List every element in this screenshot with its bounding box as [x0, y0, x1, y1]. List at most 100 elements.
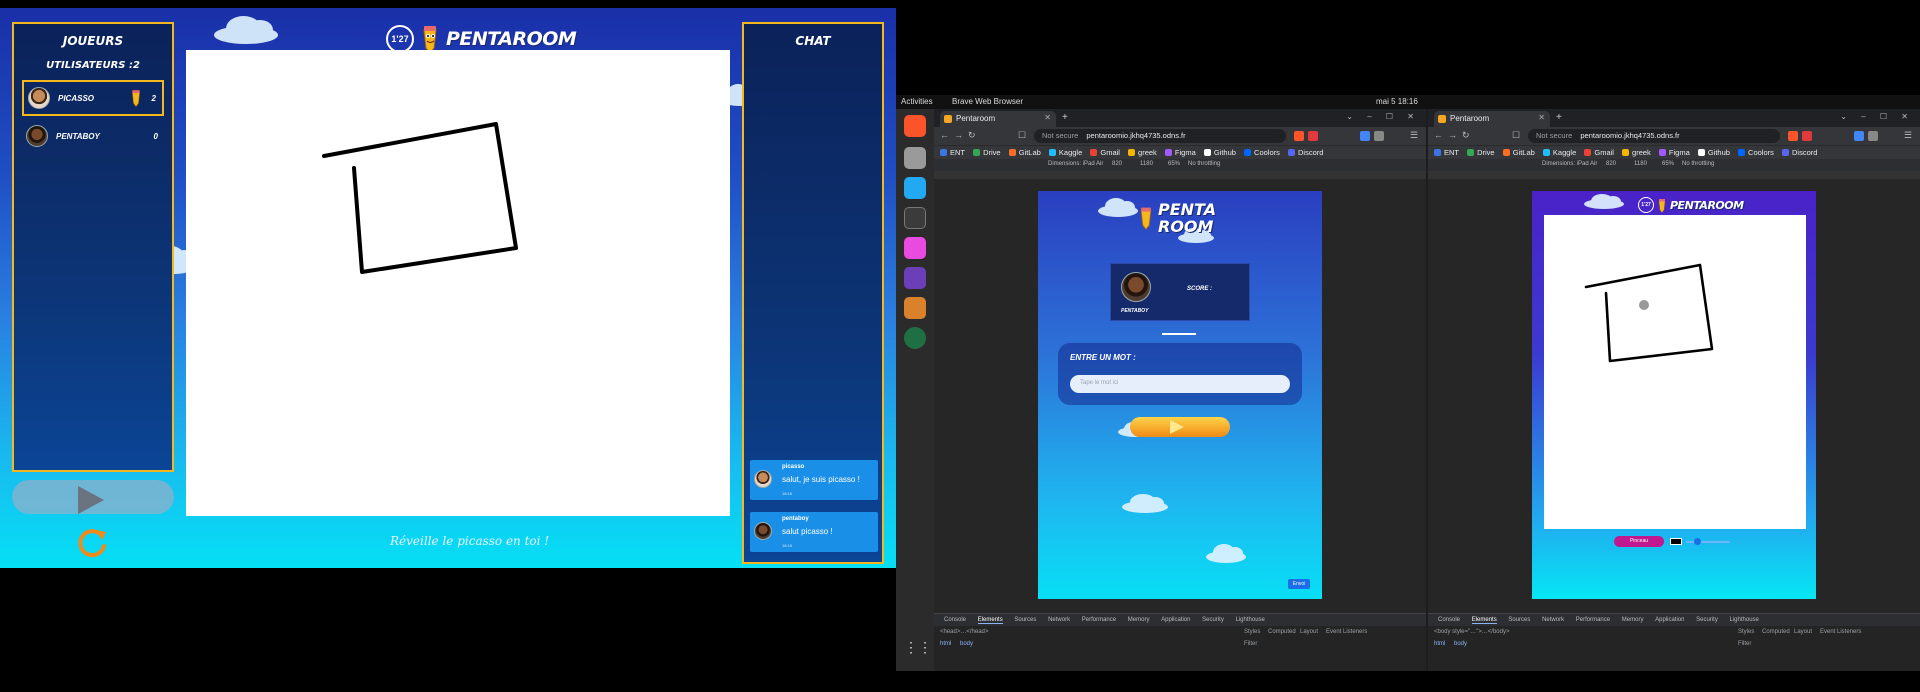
- rewards-icon[interactable]: [1802, 131, 1812, 141]
- send-button[interactable]: Envoi: [1288, 579, 1310, 589]
- devtools-tab[interactable]: Console: [944, 617, 966, 623]
- bookmark-icon[interactable]: ☐: [1018, 130, 1026, 141]
- reload-icon[interactable]: ↻: [1462, 130, 1470, 141]
- device-select[interactable]: Dimensions: iPad Air: [1542, 161, 1597, 167]
- event-listeners-tab[interactable]: Event Listeners: [1820, 629, 1861, 635]
- chrome-icon[interactable]: [904, 327, 926, 349]
- new-tab-button[interactable]: +: [1556, 112, 1562, 123]
- extension-icon[interactable]: [1854, 131, 1864, 141]
- puzzle-icon[interactable]: [1868, 131, 1878, 141]
- close-tab-icon[interactable]: ✕: [1538, 113, 1545, 122]
- brave-shield-icon[interactable]: [1294, 131, 1304, 141]
- devtools-tab[interactable]: Elements: [1471, 617, 1497, 624]
- bookmark-item[interactable]: Discord: [1781, 148, 1817, 157]
- throttle-select[interactable]: No throttling: [1682, 161, 1714, 167]
- bookmark-item[interactable]: greek: [1622, 148, 1651, 157]
- play-icon[interactable]: [78, 486, 104, 514]
- clock[interactable]: mai 5 18:16: [1376, 97, 1418, 106]
- forward-icon[interactable]: →: [1448, 130, 1457, 140]
- eclipse-icon[interactable]: [904, 297, 926, 319]
- filter-input[interactable]: Filter: [1738, 641, 1751, 647]
- bookmark-item[interactable]: Github: [1203, 148, 1236, 157]
- layout-tab[interactable]: Layout: [1794, 629, 1812, 635]
- bookmark-item[interactable]: Figma: [1164, 148, 1196, 157]
- brave-icon[interactable]: [904, 115, 926, 137]
- bookmark-item[interactable]: GitLab: [1008, 148, 1041, 157]
- bookmark-item[interactable]: Drive: [1467, 148, 1495, 157]
- devtools-tab[interactable]: Sources: [1508, 617, 1530, 623]
- bookmark-item[interactable]: Kaggle: [1048, 148, 1082, 157]
- bookmark-item[interactable]: ENT: [940, 148, 965, 157]
- clickup-icon[interactable]: [904, 237, 926, 259]
- zoom-select[interactable]: 65%: [1662, 161, 1674, 167]
- color-swatch[interactable]: [1670, 538, 1682, 545]
- width-input[interactable]: 820: [1606, 161, 1616, 167]
- bookmark-item[interactable]: Gmail: [1090, 148, 1120, 157]
- address-bar[interactable]: Not secure pentaroomio.jkhq4735.odns.fr: [1528, 129, 1780, 143]
- bookmark-item[interactable]: Gmail: [1584, 148, 1614, 157]
- player-row-picasso[interactable]: PICASSO 2: [22, 80, 164, 116]
- computed-tab[interactable]: Computed: [1268, 629, 1296, 635]
- devtools-tab[interactable]: Lighthouse: [1730, 617, 1759, 623]
- files-icon[interactable]: [904, 147, 926, 169]
- close-tab-icon[interactable]: ✕: [1044, 113, 1051, 122]
- brush-size-slider[interactable]: [1686, 538, 1730, 545]
- zoom-select[interactable]: 65%: [1168, 161, 1180, 167]
- styles-tab[interactable]: Styles: [1244, 629, 1260, 635]
- node-html[interactable]: html: [1434, 641, 1445, 647]
- devtools-tab[interactable]: Sources: [1014, 617, 1036, 623]
- devtools-tab[interactable]: Lighthouse: [1236, 617, 1265, 623]
- back-icon[interactable]: ←: [940, 130, 949, 140]
- bookmark-item[interactable]: Discord: [1287, 148, 1323, 157]
- vscode-icon[interactable]: [904, 177, 926, 199]
- event-listeners-tab[interactable]: Event Listeners: [1326, 629, 1367, 635]
- drawing-canvas[interactable]: [186, 50, 730, 516]
- forward-icon[interactable]: →: [954, 130, 963, 140]
- tab-pentaroom[interactable]: Pentaroom ✕: [1434, 111, 1550, 127]
- terminal-icon[interactable]: [904, 207, 926, 229]
- word-input[interactable]: Tape le mot ici: [1070, 375, 1290, 393]
- device-select[interactable]: Dimensions: iPad Air: [1048, 161, 1103, 167]
- player-row-pentaboy[interactable]: PENTABOY 0: [22, 118, 164, 154]
- bookmark-item[interactable]: Drive: [973, 148, 1001, 157]
- devtools-tab[interactable]: Memory: [1128, 617, 1150, 623]
- back-icon[interactable]: ←: [1434, 130, 1443, 140]
- node-body[interactable]: body: [960, 641, 973, 647]
- active-app[interactable]: Brave Web Browser: [952, 97, 1023, 106]
- computed-tab[interactable]: Computed: [1762, 629, 1790, 635]
- bookmark-item[interactable]: Figma: [1658, 148, 1690, 157]
- devtools-tab[interactable]: Performance: [1576, 617, 1610, 623]
- devtools-tab[interactable]: Application: [1655, 617, 1684, 623]
- drawing-canvas[interactable]: [1544, 215, 1806, 529]
- menu-icon[interactable]: ☰: [1904, 130, 1912, 141]
- puzzle-icon[interactable]: [1374, 131, 1384, 141]
- height-input[interactable]: 1180: [1140, 161, 1153, 167]
- node-body[interactable]: body: [1454, 641, 1467, 647]
- devtools-tab[interactable]: Network: [1048, 617, 1070, 623]
- bookmark-item[interactable]: Github: [1697, 148, 1730, 157]
- window-controls[interactable]: ⌄ – ☐ ✕: [1840, 112, 1914, 121]
- bookmark-item[interactable]: Kaggle: [1542, 148, 1576, 157]
- bookmark-icon[interactable]: ☐: [1512, 130, 1520, 141]
- devtools-tab[interactable]: Elements: [977, 617, 1003, 624]
- devtools-tab[interactable]: Application: [1161, 617, 1190, 623]
- devtools-tab[interactable]: Security: [1696, 617, 1718, 623]
- refresh-icon[interactable]: [74, 524, 110, 560]
- pen-tool-button[interactable]: Pinceau: [1614, 536, 1664, 547]
- devtools-tab[interactable]: Memory: [1622, 617, 1644, 623]
- styles-tab[interactable]: Styles: [1738, 629, 1754, 635]
- bookmark-item[interactable]: greek: [1128, 148, 1157, 157]
- new-tab-button[interactable]: +: [1062, 112, 1068, 123]
- activities-button[interactable]: Activities: [901, 97, 933, 106]
- width-input[interactable]: 820: [1112, 161, 1122, 167]
- window-controls[interactable]: ⌄ – ☐ ✕: [1346, 112, 1420, 121]
- bookmark-item[interactable]: ENT: [1434, 148, 1459, 157]
- devtools-tab[interactable]: Security: [1202, 617, 1224, 623]
- reload-icon[interactable]: ↻: [968, 130, 976, 141]
- bookmark-item[interactable]: Coolors: [1738, 148, 1774, 157]
- rewards-icon[interactable]: [1308, 131, 1318, 141]
- extension-icon[interactable]: [1360, 131, 1370, 141]
- obsidian-icon[interactable]: [904, 267, 926, 289]
- node-html[interactable]: html: [940, 641, 951, 647]
- address-bar[interactable]: Not secure pentaroomio.jkhq4735.odns.fr: [1034, 129, 1286, 143]
